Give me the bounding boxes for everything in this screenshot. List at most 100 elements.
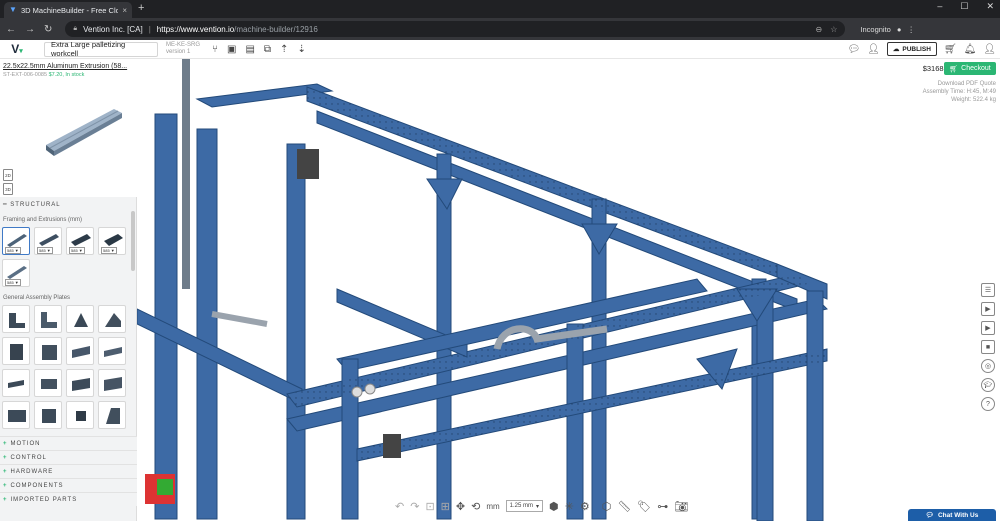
- bottom-toolbar: ↶ ↷ ⊡ ⊞ ✥ ⟲ mm 1.25 mm ▾ ⬢ ✳ ⚙ ⬡ 📏︎ 🏷︎ ⊶ …: [395, 498, 688, 514]
- category-components[interactable]: + COMPONENTS: [0, 478, 137, 492]
- rotate-icon[interactable]: ⟲: [471, 500, 480, 513]
- structural-heading[interactable]: STRUCTURAL: [10, 202, 60, 208]
- viewport-side-tools: ☰ ▶ ▶ ■ ◎ 🎓︎ ?: [981, 283, 995, 411]
- category-imported-parts[interactable]: + IMPORTED PARTS: [0, 492, 137, 506]
- notifications-icon[interactable]: 🔔︎: [964, 44, 977, 55]
- window-controls: – ☐ ✕: [937, 1, 994, 12]
- framing-tile[interactable]: 585 ▼: [98, 227, 126, 255]
- plate-tile[interactable]: [34, 369, 62, 397]
- stop-icon[interactable]: ■: [981, 340, 995, 354]
- redo-icon[interactable]: ↷: [410, 500, 419, 513]
- feedback-icon[interactable]: 💬︎: [847, 44, 860, 55]
- cad-2d-icon[interactable]: 2D: [3, 169, 13, 181]
- parts-library-panel: 22.5x22.5mm Aluminum Extrusion (58... ST…: [0, 59, 137, 521]
- machine-frame-model: [137, 59, 828, 521]
- new-tab-button[interactable]: +: [138, 2, 144, 14]
- omnibox[interactable]: 🔒︎ Vention Inc. [CA] | https://www.venti…: [65, 21, 846, 37]
- vention-logo[interactable]: V▾: [0, 42, 34, 56]
- header-toolbar: ⑂ ▣ ▤ ⧉ ⇡ ⇣: [212, 44, 306, 55]
- publish-button[interactable]: ☁ PUBLISH: [886, 42, 937, 56]
- plate-tile[interactable]: [2, 401, 30, 429]
- forward-icon[interactable]: →: [25, 24, 35, 35]
- account-icon[interactable]: 👤︎: [983, 44, 996, 55]
- plate-tile[interactable]: [98, 337, 126, 365]
- academy-icon[interactable]: 🎓︎: [981, 378, 995, 392]
- category-control[interactable]: + CONTROL: [0, 450, 137, 464]
- chat-icon: 💬︎: [925, 512, 934, 519]
- plates-grid: [2, 305, 126, 429]
- plate-tile[interactable]: [66, 305, 94, 333]
- maximize-icon[interactable]: ☐: [960, 1, 968, 12]
- plate-tile[interactable]: [98, 305, 126, 333]
- category-motion[interactable]: + MOTION: [0, 436, 137, 450]
- lock-icon: 🔒︎: [73, 25, 78, 32]
- plate-tile[interactable]: [98, 369, 126, 397]
- part-price-stock: $7.20, In stock: [48, 72, 85, 78]
- minimize-icon[interactable]: –: [937, 1, 942, 12]
- plate-tile[interactable]: [66, 337, 94, 365]
- branch-icon[interactable]: ⑂: [212, 44, 218, 55]
- add-user-icon[interactable]: 👤︎: [867, 44, 880, 55]
- plate-tile[interactable]: [66, 369, 94, 397]
- upload-icon[interactable]: ⇡: [280, 44, 288, 55]
- undo-icon[interactable]: ↶: [395, 500, 404, 513]
- publish-label: PUBLISH: [902, 45, 931, 53]
- cube-view-icon[interactable]: ⬢: [549, 500, 559, 513]
- cart-icon: 🛒︎: [949, 65, 959, 73]
- explode-icon[interactable]: ✳: [565, 500, 574, 513]
- download-icon[interactable]: ⇣: [297, 44, 305, 55]
- document-icon[interactable]: ▤: [245, 44, 254, 55]
- plate-tile[interactable]: [34, 401, 62, 429]
- 3d-viewport[interactable]: ☰ ▶ ▶ ■ ◎ 🎓︎ ?: [137, 59, 1000, 521]
- measure-icon[interactable]: ⊞: [441, 500, 450, 513]
- plate-tile[interactable]: [66, 401, 94, 429]
- box-icon[interactable]: ⬡: [602, 500, 612, 513]
- copy-icon[interactable]: ⧉: [264, 44, 271, 55]
- cart-icon[interactable]: 🛒︎: [944, 44, 957, 55]
- ruler-icon[interactable]: 📏︎: [617, 500, 631, 513]
- part-sku: ST-EXT-006-0085: [3, 72, 48, 78]
- tag-icon[interactable]: 🏷︎: [637, 500, 651, 513]
- save-icon[interactable]: ▣: [227, 44, 236, 55]
- reload-icon[interactable]: ↻: [44, 24, 52, 35]
- back-icon[interactable]: ←: [6, 24, 16, 35]
- settings-icon[interactable]: ⚙: [580, 500, 590, 513]
- framing-tile[interactable]: 585 ▼: [2, 259, 30, 287]
- zoom-icon[interactable]: ⊖: [816, 25, 823, 34]
- browser-tab-bar: ▼ 3D MachineBuilder - Free Cloud × + – ☐…: [0, 0, 1000, 18]
- chat-button[interactable]: 💬︎ Chat With Us: [908, 509, 996, 521]
- plate-tile[interactable]: [2, 369, 30, 397]
- part-list-icon[interactable]: ☰: [981, 283, 995, 297]
- plate-tile[interactable]: [34, 337, 62, 365]
- vention-favicon-icon: ▼: [9, 5, 17, 14]
- checkout-button[interactable]: 🛒︎ Checkout: [944, 62, 996, 75]
- tab-close-icon[interactable]: ×: [122, 6, 127, 15]
- support-icon[interactable]: ◎: [981, 359, 995, 373]
- help-icon[interactable]: ?: [981, 397, 995, 411]
- camera-icon[interactable]: 📷︎: [674, 500, 688, 513]
- plate-tile[interactable]: [2, 305, 30, 333]
- incognito-indicator: Incognito ● ⋮: [860, 25, 914, 34]
- framing-tile[interactable]: 585 ▼: [2, 227, 30, 255]
- library-scrollbar[interactable]: [131, 211, 135, 271]
- close-window-icon[interactable]: ✕: [986, 1, 994, 12]
- project-title[interactable]: Extra Large palletizing workcell: [44, 40, 158, 58]
- framing-tile[interactable]: 585 ▼: [34, 227, 62, 255]
- part-name[interactable]: 22.5x22.5mm Aluminum Extrusion (58...: [3, 63, 127, 70]
- category-hardware[interactable]: + HARDWARE: [0, 464, 137, 478]
- plate-tile[interactable]: [98, 401, 126, 429]
- hierarchy-icon[interactable]: ⊶: [657, 500, 668, 513]
- step-forward-icon[interactable]: ▶: [981, 321, 995, 335]
- cad-3d-icon[interactable]: 3D: [3, 183, 13, 195]
- step-select[interactable]: 1.25 mm ▾: [505, 500, 543, 512]
- download-quote-link[interactable]: Download PDF Quote: [938, 81, 996, 87]
- play-icon[interactable]: ▶: [981, 302, 995, 316]
- plate-tile[interactable]: [34, 305, 62, 333]
- move-icon[interactable]: ✥: [456, 500, 465, 513]
- bookmark-star-icon[interactable]: ☆: [830, 25, 837, 34]
- browser-tab[interactable]: ▼ 3D MachineBuilder - Free Cloud ×: [4, 2, 132, 18]
- plate-tile[interactable]: [2, 337, 30, 365]
- framing-tile[interactable]: 585 ▼: [66, 227, 94, 255]
- snap-icon[interactable]: ⊡: [425, 500, 434, 513]
- menu-dots-icon[interactable]: ⋮: [907, 25, 915, 34]
